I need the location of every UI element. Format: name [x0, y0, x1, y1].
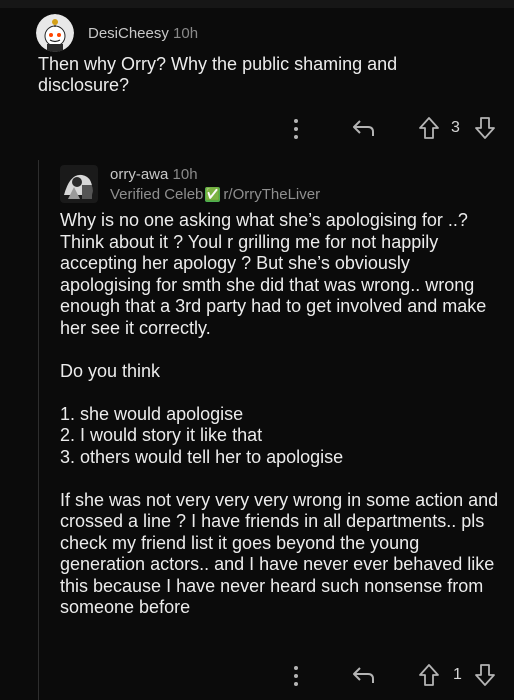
- reply-actions: 1: [0, 661, 514, 689]
- vote-count: 3: [451, 119, 460, 136]
- flair-subreddit: r/OrryTheLiver: [223, 186, 321, 203]
- reply-arrow-icon[interactable]: [352, 118, 376, 143]
- user-avatar[interactable]: [36, 14, 74, 52]
- reply-paragraph: If she was not very very very wrong in s…: [60, 489, 499, 618]
- reply-text: Why is no one asking what she’s apologis…: [60, 210, 500, 640]
- downvote-arrow-icon[interactable]: [474, 116, 496, 145]
- comment-actions: 3: [0, 114, 514, 142]
- reply-avatar[interactable]: [60, 165, 98, 203]
- more-vertical-icon[interactable]: [292, 665, 300, 692]
- reply-paragraph: Why is no one asking what she’s apologis…: [60, 210, 487, 338]
- comment-header: DesiCheesy 10h: [88, 25, 198, 42]
- reply-timestamp: 10h: [172, 166, 198, 183]
- reply-header: orry-awa 10h: [110, 166, 198, 183]
- upvote-arrow-icon[interactable]: [418, 116, 440, 145]
- reply-username[interactable]: orry-awa: [110, 166, 168, 183]
- verified-check-icon: ✅: [205, 187, 221, 202]
- user-flair: Verified Celeb ✅ r/OrryTheLiver: [110, 186, 320, 203]
- list-item: 2. I would story it like that: [60, 425, 263, 445]
- reply-list: 1. she would apologise 2. I would story …: [60, 404, 500, 469]
- more-vertical-icon[interactable]: [292, 118, 300, 145]
- vote-count: 1: [453, 666, 462, 683]
- upvote-arrow-icon[interactable]: [418, 663, 440, 692]
- flair-text: Verified Celeb: [110, 186, 204, 203]
- comment-username[interactable]: DesiCheesy: [88, 25, 169, 42]
- downvote-arrow-icon[interactable]: [474, 663, 496, 692]
- comment-text: Then why Orry? Why the public shaming an…: [38, 54, 398, 95]
- comment-timestamp: 10h: [173, 25, 199, 42]
- list-item: 3. others would tell her to apologise: [60, 446, 344, 467]
- previous-comment-edge: [0, 0, 514, 8]
- list-item: 1. she would apologise: [60, 403, 244, 424]
- thread-line[interactable]: [38, 160, 39, 700]
- reply-paragraph: Do you think: [60, 360, 161, 381]
- reply-arrow-icon[interactable]: [352, 665, 376, 690]
